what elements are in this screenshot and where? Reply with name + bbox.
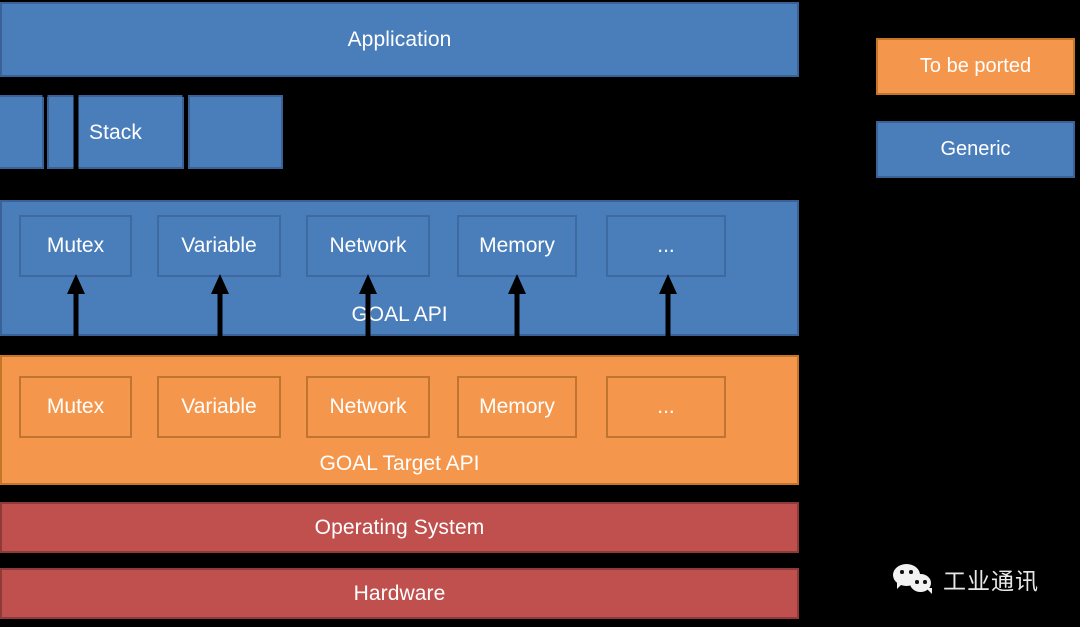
wechat-icon (893, 563, 935, 595)
goal-api-module-mutex: Mutex (19, 215, 132, 277)
goal-api-module-variable-label: Variable (181, 234, 257, 257)
goal-target-module-mutex-label: Mutex (46, 395, 105, 418)
goal-target-api-caption: GOAL Target API (319, 452, 480, 475)
goal-api-module-mutex-label: Mutex (46, 234, 105, 257)
goal-api-module-memory-label: Memory (479, 234, 555, 257)
hardware-layer-label: Hardware (353, 582, 446, 605)
diagram-canvas: Application Stack GOAL API Mutex Variabl… (0, 0, 1080, 627)
goal-target-module-mutex: Mutex (19, 376, 132, 438)
goal-target-module-network-label: Network (329, 395, 407, 418)
application-layer-label: Application (347, 28, 452, 51)
watermark: 工业通讯 (893, 562, 1039, 596)
legend-item-to-be-ported-label: To be ported (919, 55, 1032, 77)
goal-target-module-more: ... (606, 376, 726, 438)
goal-target-module-memory-label: Memory (479, 395, 555, 418)
watermark-text: 工业通讯 (943, 569, 1039, 595)
operating-system-layer: Operating System (0, 502, 799, 553)
stack-box-left (0, 95, 44, 169)
goal-target-module-network: Network (306, 376, 430, 438)
goal-api-module-network-label: Network (329, 234, 407, 257)
goal-api-module-variable: Variable (157, 215, 281, 277)
goal-target-module-memory: Memory (457, 376, 577, 438)
stack-box-center-label: Stack (88, 120, 143, 144)
hardware-layer: Hardware (0, 568, 799, 619)
legend-item-generic-label: Generic (940, 138, 1011, 160)
application-layer: Application (0, 2, 799, 77)
goal-api-module-more-label: ... (657, 234, 675, 257)
operating-system-layer-label: Operating System (314, 516, 485, 539)
goal-api-module-memory: Memory (457, 215, 577, 277)
goal-api-module-more: ... (606, 215, 726, 277)
goal-target-module-variable-label: Variable (181, 395, 257, 418)
legend-item-generic: Generic (876, 121, 1075, 178)
goal-target-module-variable: Variable (157, 376, 281, 438)
goal-api-module-network: Network (306, 215, 430, 277)
connector-application-to-stack-right (180, 77, 190, 97)
goal-target-module-more-label: ... (657, 395, 675, 418)
legend-item-to-be-ported: To be ported (876, 38, 1075, 95)
stack-box-right (188, 95, 283, 169)
connector-application-to-stack-left (40, 77, 50, 97)
